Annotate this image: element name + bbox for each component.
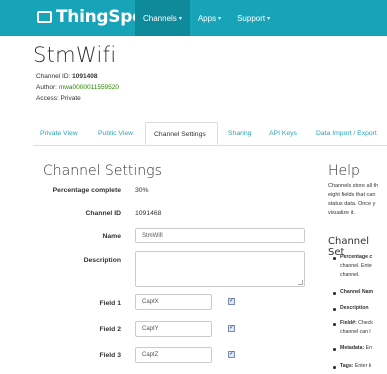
field1-label: Field 1 [99, 300, 121, 307]
help-bullet: Description [340, 305, 369, 313]
chevron-down-icon: ▾ [267, 15, 271, 22]
channel-id-meta-label: Channel ID: [36, 73, 71, 80]
name-label: Name [102, 233, 121, 240]
help-bullet-term: Tags: [340, 363, 354, 369]
help-bullet-term: Percentage c [340, 254, 373, 260]
channel-id-label: Channel ID [85, 210, 122, 217]
help-bullet-cont: channel. Ente [340, 263, 372, 269]
help-bullet-rest: Enter k [353, 363, 372, 369]
settings-heading: Channel Settings [43, 163, 162, 179]
access-line: Access: Private [36, 95, 81, 102]
channel-id-value: 1091468 [135, 210, 162, 217]
name-input[interactable]: StmWifi [135, 228, 305, 243]
bullet-icon [333, 366, 336, 369]
resize-handle-icon[interactable] [298, 280, 303, 285]
help-bullet: Percentage c [340, 254, 372, 262]
field2-checkbox[interactable]: ✓ [228, 325, 235, 332]
help-text-line: visualize it. [328, 210, 355, 216]
top-navbar: ThingSpeak™ Channels▾ Apps▾ Support▾ [0, 0, 387, 36]
field2-value: CaptY [142, 326, 159, 332]
field3-value: CaptZ [142, 352, 159, 358]
channel-id-line: Channel ID: 1091408 [36, 73, 97, 80]
bullet-icon [333, 292, 336, 295]
tab-public-view[interactable]: Public View [98, 122, 133, 145]
field3-checkbox[interactable]: ✓ [228, 351, 235, 358]
nav-support[interactable]: Support ▾ [229, 0, 278, 36]
chevron-down-icon: ▾ [218, 15, 222, 22]
channel-id-meta-value: 1091408 [72, 73, 98, 80]
field3-label: Field 3 [99, 352, 121, 359]
tab-api-keys[interactable]: API Keys [269, 122, 297, 145]
nav-channels[interactable]: Channels ▾ [135, 0, 190, 36]
tab-channel-settings[interactable]: Channel Settings [145, 122, 218, 145]
channel-tabs: Private View Public View Channel Setting… [33, 122, 387, 146]
help-bullet-term: Description [340, 305, 369, 311]
tab-data-import-export[interactable]: Data Import / Export [316, 122, 377, 145]
nav-support-label: Support [237, 13, 266, 23]
description-label: Description [83, 257, 121, 264]
help-bullet-term: Field#: [340, 320, 357, 326]
tab-sharing[interactable]: Sharing [228, 122, 251, 145]
help-bullet-cont: channel can l [340, 329, 371, 335]
help-heading: Help [328, 163, 360, 179]
help-bullet: Channel Nam [340, 289, 373, 297]
help-bullet: Tags: Enter k [340, 363, 371, 371]
field1-checkbox[interactable]: ✓ [228, 298, 235, 305]
help-bullet: Metadata: En [340, 345, 372, 353]
page-title: StmWifi [33, 43, 117, 67]
bullet-icon [333, 308, 336, 311]
description-textarea[interactable] [135, 251, 305, 287]
main-nav: Channels ▾ Apps ▾ Support ▾ [135, 0, 278, 36]
help-text-line: Channels store all th [328, 183, 379, 189]
help-bullet-rest: En [364, 345, 373, 351]
field2-input[interactable]: CaptY [135, 321, 212, 337]
help-bullet-cont: channel. [340, 272, 360, 278]
field1-input[interactable]: CaptX [135, 294, 212, 310]
nav-apps-label: Apps [197, 13, 217, 23]
help-text-line: eight fields that can [328, 192, 376, 198]
chevron-down-icon: ▾ [178, 15, 182, 22]
author-link[interactable]: mwa0000011559520 [59, 84, 119, 91]
bullet-icon [333, 323, 336, 326]
brand-logo-icon [37, 11, 52, 23]
field3-input[interactable]: CaptZ [135, 347, 212, 363]
field1-value: CaptX [142, 299, 159, 305]
help-bullet-term: Channel Nam [340, 289, 374, 295]
nav-apps[interactable]: Apps ▾ [190, 0, 229, 36]
author-label: Author: [36, 84, 57, 91]
name-input-value: StmWifi [142, 232, 163, 239]
help-text-line: status data. Once y [328, 201, 376, 207]
nav-channels-label: Channels [143, 13, 177, 23]
help-bullet: Field#: Check [340, 320, 373, 328]
percent-complete-value: 30% [135, 187, 149, 194]
help-bullet-rest: Check [356, 320, 373, 326]
bullet-icon [333, 257, 336, 260]
bullet-icon [333, 348, 336, 351]
author-line: Author: mwa0000011559520 [36, 84, 119, 91]
tab-private-view[interactable]: Private View [40, 122, 78, 145]
field2-label: Field 2 [99, 326, 121, 333]
percent-complete-label: Percentage complete [52, 187, 121, 194]
help-bullet-term: Metadata: [340, 345, 365, 351]
